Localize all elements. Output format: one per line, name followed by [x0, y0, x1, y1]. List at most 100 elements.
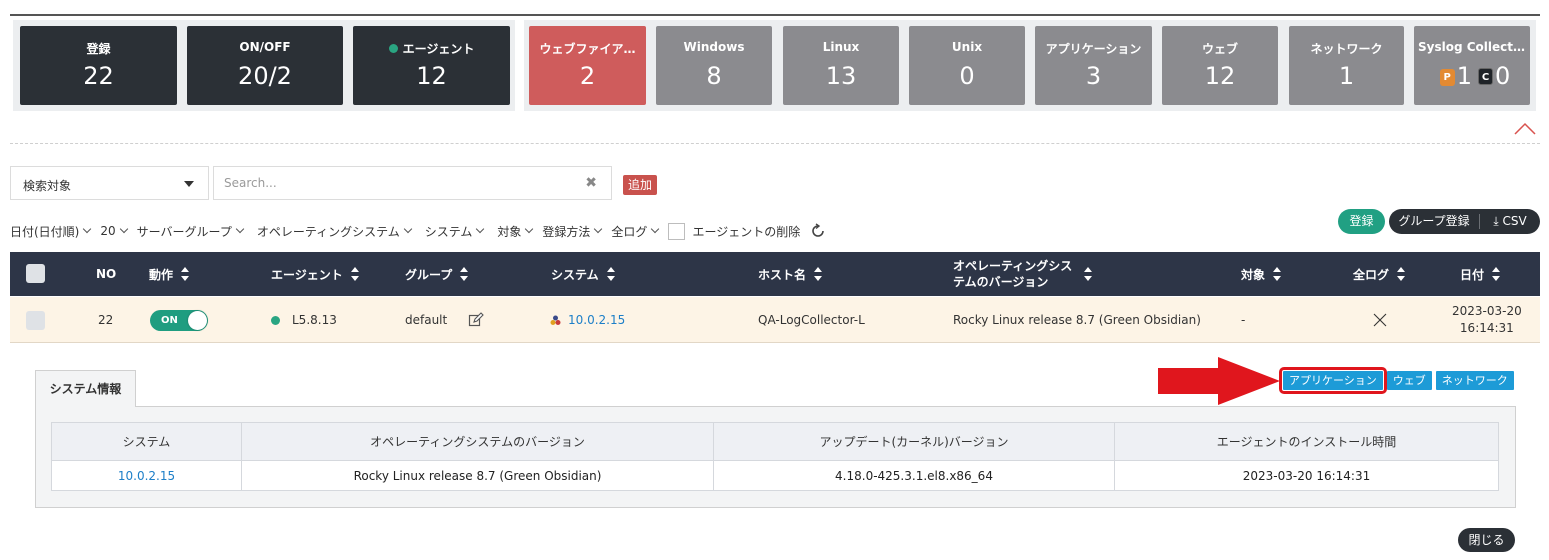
th-date[interactable]: 日付: [1460, 252, 1501, 296]
sort-icon[interactable]: [181, 267, 190, 281]
filter-os[interactable]: オペレーティングシステム: [257, 223, 412, 240]
tab-system-info[interactable]: システム情報: [35, 370, 136, 407]
sort-icon[interactable]: [350, 267, 359, 281]
cell-os-version: Rocky Linux release 8.7 (Green Obsidian): [953, 313, 1201, 327]
chevron-down-icon: [119, 224, 128, 234]
filter-date-sort[interactable]: 日付(日付順): [10, 223, 92, 240]
stat-onoff-value: 20/2: [238, 62, 292, 90]
stat-network[interactable]: ネットワーク 1: [1289, 26, 1404, 105]
chevron-down-icon: [651, 224, 660, 234]
on-off-toggle[interactable]: ON: [150, 309, 208, 331]
system-info-header-row: システム オペレーティングシステムのバージョン アップデート(カーネル)バージョ…: [51, 422, 1499, 461]
refresh-icon[interactable]: [810, 223, 826, 239]
select-all-checkbox[interactable]: [26, 264, 45, 283]
sort-icon[interactable]: [814, 267, 823, 281]
th-group[interactable]: グループ: [405, 252, 469, 296]
sort-icon[interactable]: [1397, 267, 1406, 281]
stat-registered[interactable]: 登録 22: [20, 26, 177, 105]
filter-label: 登録方法: [542, 224, 591, 239]
stat-onoff[interactable]: ON/OFF 20/2: [187, 26, 343, 105]
search-target-select[interactable]: 検索対象: [10, 166, 209, 200]
th-target[interactable]: 対象: [1241, 252, 1282, 296]
col-kernel-version: アップデート(カーネル)バージョン: [713, 422, 1115, 461]
th-no: NO: [96, 252, 116, 296]
add-button[interactable]: 追加: [623, 175, 658, 195]
stat-label: アプリケーション: [1045, 42, 1142, 56]
csv-button[interactable]: ⤓ CSV: [1480, 209, 1540, 234]
stat-label: ネットワーク: [1310, 42, 1383, 56]
status-dot-icon: [388, 44, 398, 53]
stat-unix[interactable]: Unix 0: [909, 26, 1025, 105]
stat-linux[interactable]: Linux 13: [783, 26, 899, 105]
linux-icon: [550, 315, 561, 325]
row-checkbox[interactable]: [26, 311, 45, 330]
th-os-line1: オペレーティングシス: [953, 259, 1073, 273]
collapse-caret-icon[interactable]: [1514, 121, 1536, 135]
p-badge-icon: P: [1439, 69, 1455, 86]
search-field: ✖: [213, 166, 612, 200]
th-action-label: 動作: [149, 267, 174, 282]
group-register-button[interactable]: グループ登録: [1389, 209, 1479, 234]
filter-server-group[interactable]: サーバーグループ: [137, 223, 245, 240]
stat-syslog-collector[interactable]: Syslog Collector P1C0: [1414, 26, 1530, 105]
info-os: Rocky Linux release 8.7 (Green Obsidian): [241, 460, 714, 491]
system-info-table: システム オペレーティングシステムのバージョン アップデート(カーネル)バージョ…: [51, 422, 1499, 491]
th-system-label: システム: [551, 267, 599, 282]
close-button[interactable]: 閉じる: [1458, 528, 1515, 552]
th-os-line2: テムのバージョン: [953, 275, 1049, 289]
top-rule: [10, 14, 1540, 16]
th-os-version[interactable]: オペレーティングシス テムのバージョン: [953, 252, 1093, 296]
filter-page-size[interactable]: 20: [100, 224, 128, 238]
filter-reg-method[interactable]: 登録方法: [542, 223, 603, 240]
filter-label: 20: [100, 224, 116, 238]
stat-label: ウェブファイア…: [539, 42, 636, 56]
delete-agent-checkbox[interactable]: [668, 222, 686, 240]
syslog-values: P1C0: [1414, 62, 1530, 90]
search-input[interactable]: [224, 168, 564, 198]
cell-agent: L5.8.13: [271, 297, 337, 343]
stat-agent-value: 12: [416, 62, 447, 90]
filter-all-logs[interactable]: 全ログ: [611, 223, 660, 240]
info-system: 10.0.2.15: [51, 460, 242, 491]
c-badge-icon: C: [1478, 68, 1493, 85]
stat-web-firewall[interactable]: ウェブファイア… 2: [529, 26, 646, 105]
stat-agent[interactable]: エージェント 12: [353, 26, 510, 105]
filter-target[interactable]: 対象: [497, 223, 534, 240]
th-group-label: グループ: [405, 267, 453, 282]
stat-value: 0: [959, 62, 975, 90]
stat-value: 8: [706, 62, 722, 90]
sort-icon[interactable]: [1492, 267, 1501, 281]
clear-search-icon[interactable]: ✖: [585, 175, 597, 191]
system-info-panel: システム オペレーティングシステムのバージョン アップデート(カーネル)バージョ…: [35, 406, 1516, 508]
sort-icon[interactable]: [460, 267, 469, 281]
th-os-label: オペレーティングシス テムのバージョン: [953, 258, 1072, 290]
info-system-link[interactable]: 10.0.2.15: [118, 469, 175, 483]
cell-target: -: [1241, 313, 1246, 327]
toggle-knob: [188, 310, 207, 330]
th-all-logs[interactable]: 全ログ: [1353, 252, 1406, 296]
th-action[interactable]: 動作: [149, 252, 190, 296]
sort-icon[interactable]: [606, 267, 615, 281]
register-button[interactable]: 登録: [1338, 209, 1385, 234]
th-agent[interactable]: エージェント: [271, 252, 359, 296]
sort-icon[interactable]: [1273, 267, 1282, 281]
stat-onoff-label: ON/OFF: [239, 40, 291, 54]
edit-icon[interactable]: [468, 312, 485, 328]
stat-windows[interactable]: Windows 8: [656, 26, 772, 105]
stat-web[interactable]: ウェブ 12: [1162, 26, 1278, 105]
filter-label: 日付(日付順): [10, 224, 80, 239]
th-host[interactable]: ホスト名: [758, 252, 823, 296]
filter-system[interactable]: システム: [425, 223, 485, 240]
th-system[interactable]: システム: [551, 252, 615, 296]
stat-value: 13: [825, 62, 857, 90]
sort-icon[interactable]: [1084, 267, 1093, 281]
stat-application[interactable]: アプリケーション 3: [1035, 26, 1152, 105]
table-row[interactable]: 22 ON L5.8.13 default 10.0.2.15 QA-LogCo…: [10, 297, 1540, 343]
stat-value: 2: [579, 62, 596, 90]
delete-agent-option[interactable]: エージェントの削除: [668, 222, 800, 240]
table-header: NO 動作 エージェント グループ システム ホスト名 オペレーティングシス テム…: [10, 252, 1540, 296]
stat-label: Windows: [683, 40, 745, 54]
system-ip-link[interactable]: 10.0.2.15: [568, 313, 625, 327]
stat-value: 3: [1085, 62, 1102, 90]
chevron-down-icon: [235, 224, 245, 234]
